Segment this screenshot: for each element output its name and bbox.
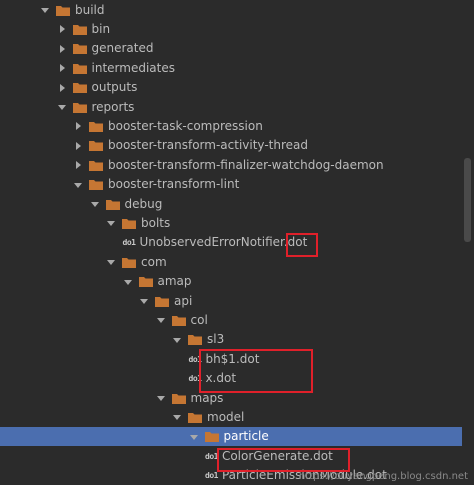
tree-folder-row[interactable]: col bbox=[0, 311, 462, 330]
tree-file-row[interactable]: do1 bh$1.dot bbox=[0, 350, 462, 369]
tree-item-label: x.dot bbox=[205, 371, 237, 386]
tree-item-label: UnobservedErrorNotifier.dot bbox=[139, 235, 308, 250]
project-tree: build bin generated intermediates outputs rep… bbox=[0, 0, 474, 485]
tree-folder-row[interactable]: booster-task-compression bbox=[0, 117, 462, 136]
chevron-down-icon[interactable] bbox=[73, 175, 83, 194]
tree-item-label: booster-transform-lint bbox=[108, 177, 240, 192]
chevron-right-icon[interactable] bbox=[73, 136, 83, 155]
tree-item-label: booster-transform-finalizer-watchdog-dae… bbox=[108, 157, 384, 172]
folder-icon bbox=[72, 43, 87, 55]
folder-icon bbox=[72, 82, 87, 94]
dot-file-icon: do1 bbox=[188, 374, 202, 384]
folder-icon bbox=[56, 5, 70, 16]
tree-folder-row[interactable]: bin bbox=[0, 20, 462, 39]
folder-icon bbox=[72, 63, 87, 74]
folder-icon bbox=[105, 199, 120, 210]
folder-icon bbox=[122, 218, 136, 229]
chevron-down-icon[interactable] bbox=[90, 195, 100, 214]
tree-folder-row[interactable]: maps bbox=[0, 389, 462, 408]
tree-item-label: build bbox=[75, 2, 105, 17]
tree-folder-row[interactable]: reports bbox=[0, 98, 462, 117]
tree-item-label: bin bbox=[91, 21, 111, 36]
chevron-right-icon[interactable] bbox=[57, 59, 67, 78]
chevron-down-icon[interactable] bbox=[123, 272, 133, 291]
tree-item-label: model bbox=[207, 409, 245, 424]
tree-folder-row[interactable]: booster-transform-activity-thread bbox=[0, 136, 462, 155]
chevron-down-icon[interactable] bbox=[189, 427, 199, 446]
folder-icon bbox=[72, 24, 87, 35]
folder-icon bbox=[204, 431, 219, 443]
chevron-down-icon[interactable] bbox=[156, 389, 166, 408]
tree-folder-row[interactable]: booster-transform-finalizer-watchdog-dae… bbox=[0, 156, 462, 175]
chevron-down-icon[interactable] bbox=[156, 311, 166, 330]
tree-folder-row[interactable]: booster-transform-lint bbox=[0, 175, 462, 194]
folder-icon bbox=[138, 276, 153, 288]
chevron-right-icon[interactable] bbox=[57, 20, 67, 39]
tree-folder-row[interactable]: particle bbox=[0, 427, 462, 447]
tree-item-label: api bbox=[174, 293, 193, 308]
tree-folder-row[interactable]: sl3 bbox=[0, 330, 462, 349]
dot-file-icon: do1 bbox=[188, 354, 202, 364]
chevron-right-icon[interactable] bbox=[73, 156, 83, 175]
tree-item-label: outputs bbox=[91, 80, 138, 95]
tree-file-row[interactable]: do1 x.dot bbox=[0, 369, 462, 388]
tree-item-label: booster-task-compression bbox=[108, 118, 263, 133]
tree-folder-row[interactable]: api bbox=[0, 292, 462, 311]
tree-item-label: particle bbox=[223, 429, 269, 444]
watermark-text: https://ouyangpeng.blog.csdn.net bbox=[298, 471, 468, 482]
tree-file-row[interactable]: do1 ColorGenerate.dot bbox=[0, 447, 462, 466]
tree-item-label: generated bbox=[91, 41, 154, 56]
folder-icon bbox=[188, 412, 202, 423]
folder-icon bbox=[89, 121, 103, 132]
dot-file-icon: do1 bbox=[122, 238, 136, 248]
tree-folder-row[interactable]: debug bbox=[0, 195, 462, 214]
chevron-down-icon[interactable] bbox=[172, 408, 182, 427]
vertical-scrollbar[interactable] bbox=[464, 158, 471, 242]
tree-item-label: sl3 bbox=[207, 332, 225, 347]
folder-icon bbox=[89, 179, 103, 191]
chevron-down-icon[interactable] bbox=[172, 330, 182, 349]
folder-icon bbox=[89, 160, 103, 171]
folder-icon bbox=[72, 102, 87, 113]
folder-icon bbox=[122, 257, 136, 268]
tree-file-row[interactable]: do1 UnobservedErrorNotifier.dot bbox=[0, 233, 462, 252]
dot-file-icon: do1 bbox=[205, 451, 218, 461]
tree-folder-row[interactable]: build bbox=[0, 1, 462, 20]
folder-icon bbox=[188, 334, 202, 346]
tree-folder-row[interactable]: intermediates bbox=[0, 59, 462, 78]
tree-folder-row[interactable]: com bbox=[0, 253, 462, 272]
chevron-right-icon[interactable] bbox=[73, 117, 83, 136]
tree-folder-row[interactable]: generated bbox=[0, 39, 462, 58]
dot-file-icon: do1 bbox=[205, 471, 218, 481]
tree-folder-row[interactable]: bolts bbox=[0, 214, 462, 233]
chevron-down-icon[interactable] bbox=[57, 98, 67, 117]
folder-icon bbox=[171, 315, 186, 326]
tree-item-label: reports bbox=[91, 99, 135, 114]
chevron-down-icon[interactable] bbox=[106, 253, 116, 272]
tree-item-label: debug bbox=[124, 196, 163, 211]
tree-item-label: intermediates bbox=[91, 60, 175, 75]
chevron-right-icon[interactable] bbox=[57, 78, 67, 97]
tree-folder-row[interactable]: amap bbox=[0, 272, 462, 291]
tree-folder-row[interactable]: model bbox=[0, 408, 462, 427]
tree-item-label: amap bbox=[157, 274, 192, 289]
folder-icon bbox=[171, 393, 186, 404]
tree-item-label: bolts bbox=[141, 215, 171, 230]
chevron-right-icon[interactable] bbox=[57, 39, 67, 58]
chevron-down-icon[interactable] bbox=[106, 214, 116, 233]
tree-item-label: com bbox=[141, 254, 167, 269]
chevron-down-icon[interactable] bbox=[139, 292, 149, 311]
tree-item-label: col bbox=[190, 312, 208, 327]
tree-item-label: maps bbox=[190, 390, 224, 405]
tree-item-label: ColorGenerate.dot bbox=[221, 448, 333, 463]
tree-item-label: booster-transform-activity-thread bbox=[108, 138, 308, 153]
folder-icon bbox=[89, 140, 103, 152]
tree-folder-row[interactable]: outputs bbox=[0, 78, 462, 97]
tree-item-label: bh$1.dot bbox=[205, 351, 260, 366]
folder-icon bbox=[155, 296, 169, 307]
chevron-down-icon[interactable] bbox=[40, 1, 50, 20]
